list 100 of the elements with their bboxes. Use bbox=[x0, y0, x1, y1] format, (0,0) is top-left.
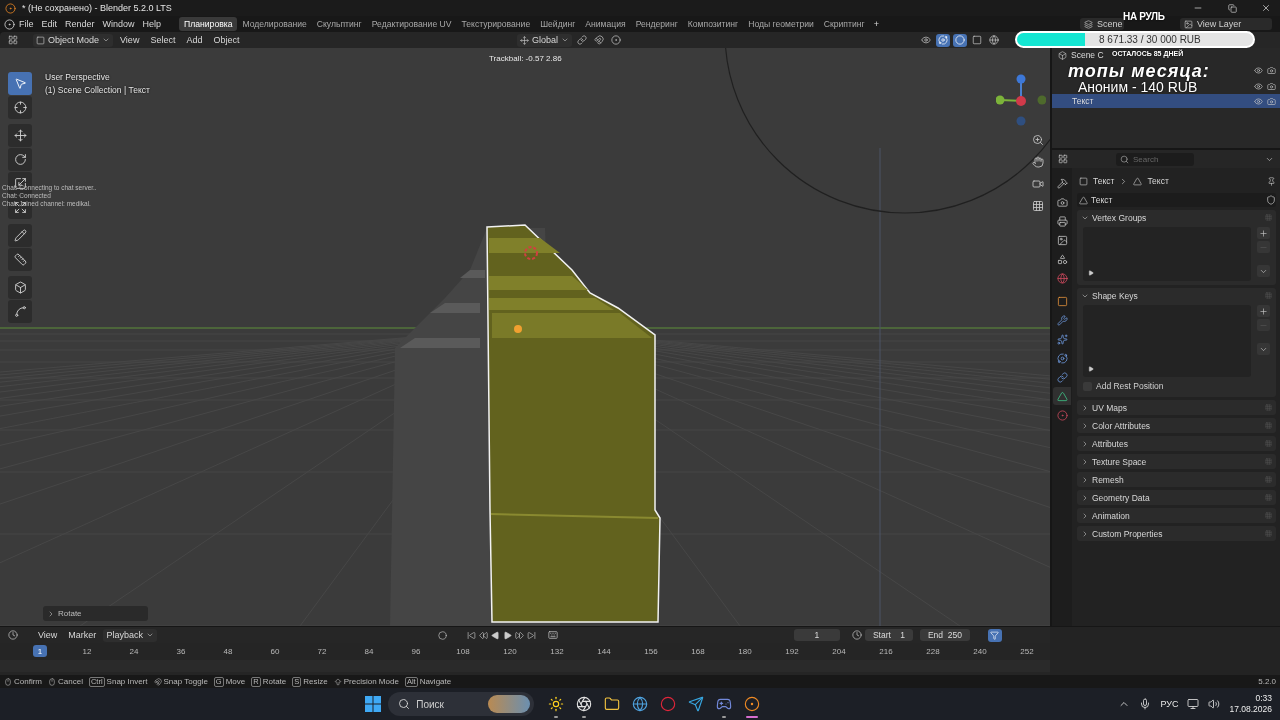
orientation-dropdown[interactable]: Global bbox=[517, 33, 572, 47]
jump-end-icon[interactable] bbox=[526, 630, 536, 640]
panel-header[interactable]: Texture Space bbox=[1077, 454, 1276, 469]
snap-button[interactable] bbox=[592, 33, 606, 47]
panel-header[interactable]: Attributes bbox=[1077, 436, 1276, 451]
camera-icon[interactable] bbox=[1267, 96, 1276, 106]
add-button[interactable] bbox=[1257, 305, 1270, 317]
camera-icon[interactable] bbox=[1267, 81, 1276, 91]
next-keyframe-icon[interactable] bbox=[514, 630, 524, 640]
wireframe-button[interactable] bbox=[987, 33, 1001, 47]
record-icon[interactable] bbox=[437, 630, 447, 640]
gizmo-button[interactable] bbox=[936, 33, 950, 47]
outliner-item[interactable]: Текст bbox=[1072, 96, 1094, 106]
tool-button[interactable] bbox=[8, 96, 32, 119]
view-layer-selector[interactable]: View Layer bbox=[1180, 18, 1272, 30]
workspace-tab[interactable]: Рендеринг bbox=[630, 17, 683, 31]
play-reverse-icon[interactable] bbox=[490, 630, 500, 640]
play-icon[interactable] bbox=[502, 630, 512, 640]
pan-button[interactable] bbox=[1030, 154, 1046, 170]
editor-type-button[interactable] bbox=[6, 628, 20, 642]
tool-button[interactable] bbox=[8, 124, 32, 147]
workspace-tab[interactable]: Анимация bbox=[580, 17, 631, 31]
menu-item[interactable]: Marker bbox=[64, 628, 101, 642]
panel-header[interactable]: Custom Properties bbox=[1077, 526, 1276, 541]
outliner-row[interactable]: Текст bbox=[1052, 94, 1280, 108]
overlay-button[interactable] bbox=[953, 33, 967, 47]
app-logo-icon[interactable] bbox=[4, 18, 15, 30]
tool-button[interactable] bbox=[8, 248, 32, 271]
clock-time[interactable]: 0:33 bbox=[1255, 693, 1272, 704]
add-button[interactable] bbox=[1257, 227, 1270, 239]
previous-keyframe-icon[interactable] bbox=[478, 630, 488, 640]
workspace-tab[interactable]: Редактирование UV bbox=[366, 17, 457, 31]
editor-type-button[interactable] bbox=[6, 33, 20, 47]
menu-item[interactable]: View bbox=[116, 33, 144, 47]
playhead[interactable]: 1 bbox=[33, 645, 47, 657]
keying-icon[interactable] bbox=[547, 630, 558, 640]
workspace-tab[interactable]: Моделирование bbox=[237, 17, 312, 31]
scene-selector[interactable]: Scene bbox=[1080, 18, 1124, 30]
panel-header[interactable]: Vertex Groups bbox=[1077, 210, 1276, 225]
tool-button[interactable] bbox=[8, 72, 32, 95]
menu-item[interactable]: View bbox=[34, 628, 62, 642]
panel-header[interactable]: Animation bbox=[1077, 508, 1276, 523]
current-frame-field[interactable]: 1 bbox=[793, 629, 840, 641]
add-workspace-button[interactable]: + bbox=[869, 17, 883, 31]
menu-item[interactable]: Select bbox=[146, 33, 180, 47]
specials-button[interactable] bbox=[1257, 343, 1270, 355]
stopwatch-icon[interactable] bbox=[851, 630, 862, 640]
menu-item[interactable]: Edit bbox=[37, 17, 62, 31]
mode-dropdown[interactable]: Object Mode bbox=[33, 33, 114, 47]
axis-gizmo-icon[interactable] bbox=[996, 74, 1046, 126]
pin-icon[interactable] bbox=[1267, 176, 1276, 186]
last-operator-panel[interactable]: Rotate bbox=[43, 606, 148, 621]
properties-tab[interactable] bbox=[1053, 387, 1071, 405]
workspace-tab[interactable]: Скриптинг bbox=[818, 17, 870, 31]
editor-type-icon[interactable] bbox=[1058, 154, 1068, 164]
proportional-button[interactable] bbox=[609, 33, 623, 47]
zoom-button[interactable] bbox=[1030, 132, 1046, 148]
workspace-tab[interactable]: Ноды геометрии bbox=[743, 17, 819, 31]
camera-icon[interactable] bbox=[1267, 65, 1276, 75]
menu-item[interactable]: Window bbox=[98, 17, 139, 31]
start-frame-field[interactable]: Start 1 bbox=[864, 629, 913, 641]
tool-button[interactable] bbox=[8, 300, 32, 323]
eye-icon[interactable] bbox=[1254, 81, 1263, 91]
speaker-icon[interactable] bbox=[1208, 698, 1221, 710]
monitor-icon[interactable] bbox=[1187, 698, 1200, 710]
microphone-icon[interactable] bbox=[1139, 698, 1152, 710]
workspace-tab[interactable]: Планировка bbox=[179, 17, 238, 31]
panel-header[interactable]: Geometry Data bbox=[1077, 490, 1276, 505]
workspace-tab[interactable]: Шейдинг bbox=[535, 17, 581, 31]
workspace-tab[interactable]: Скульптинг bbox=[311, 17, 367, 31]
playback-dropdown[interactable]: Playback bbox=[103, 628, 157, 642]
specials-button[interactable] bbox=[1257, 265, 1270, 277]
clock-date[interactable]: 17.08.2026 bbox=[1229, 704, 1272, 715]
xray-button[interactable] bbox=[970, 33, 984, 47]
menu-item[interactable]: Render bbox=[61, 17, 99, 31]
tool-button[interactable] bbox=[8, 276, 32, 299]
eye-icon[interactable] bbox=[1254, 65, 1263, 75]
panel-header[interactable]: Shape Keys bbox=[1077, 288, 1276, 303]
datablock-field[interactable]: Текст bbox=[1077, 193, 1276, 207]
breadcrumb-item[interactable]: Текст bbox=[1147, 176, 1169, 186]
tool-button[interactable] bbox=[8, 148, 32, 171]
jump-start-icon[interactable] bbox=[466, 630, 476, 640]
eye-icon[interactable] bbox=[1254, 96, 1263, 106]
panel-header[interactable]: UV Maps bbox=[1077, 400, 1276, 415]
menu-item[interactable]: File bbox=[15, 17, 38, 31]
panel-header[interactable]: Remesh bbox=[1077, 472, 1276, 487]
workspace-tab[interactable]: Текстурирование bbox=[456, 17, 536, 31]
breadcrumb-item[interactable]: Текст bbox=[1093, 176, 1115, 186]
tool-button[interactable] bbox=[8, 224, 32, 247]
taskbar-search-field[interactable]: Поиск bbox=[388, 692, 535, 716]
view-button[interactable] bbox=[987, 628, 1002, 642]
pivot-button[interactable] bbox=[575, 33, 589, 47]
projection-button[interactable] bbox=[1030, 198, 1046, 214]
menu-item[interactable]: Help bbox=[138, 17, 166, 31]
end-frame-field[interactable]: End 250 bbox=[919, 629, 970, 641]
language-indicator[interactable]: РУС bbox=[1160, 699, 1179, 709]
workspace-tab[interactable]: Композитинг bbox=[682, 17, 744, 31]
outliner-item[interactable]: Scene C bbox=[1071, 50, 1104, 60]
menu-item[interactable]: Object bbox=[209, 33, 244, 47]
menu-item[interactable]: Add bbox=[182, 33, 207, 47]
